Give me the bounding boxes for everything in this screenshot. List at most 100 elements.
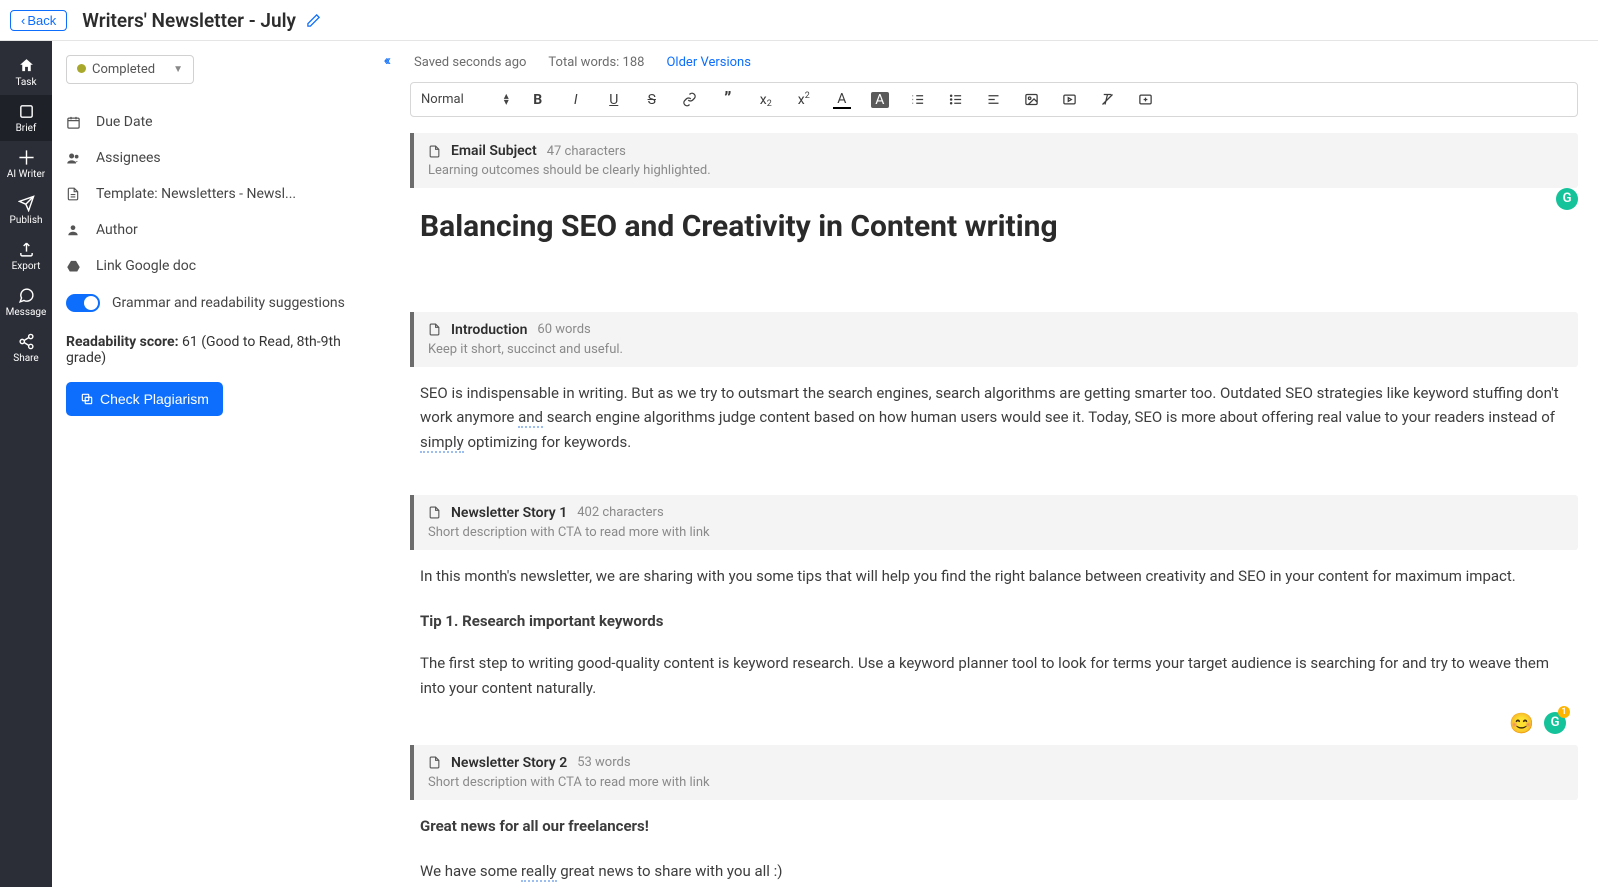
rail-label: Task — [15, 77, 36, 88]
superscript-button[interactable]: x2 — [795, 92, 813, 108]
section-head-story2: Newsletter Story 2 53 words Short descri… — [410, 745, 1578, 800]
story2-content[interactable]: Great news for all our freelancers! We h… — [410, 800, 1578, 887]
rail-item-export[interactable]: Export — [0, 233, 52, 279]
highlight-button[interactable]: A — [871, 92, 889, 108]
due-date-row[interactable]: Due Date — [66, 104, 376, 140]
section-meta: 47 characters — [547, 144, 626, 159]
section-meta: 60 words — [537, 322, 590, 337]
share-icon — [18, 333, 35, 350]
inline-badges: 😊 G 1 — [410, 711, 1578, 745]
story2-heading: Great news for all our freelancers! — [420, 814, 1574, 839]
align-button[interactable] — [985, 92, 1003, 107]
subject-content[interactable]: Balancing SEO and Creativity in Content … — [410, 188, 1578, 312]
doc-icon — [428, 756, 441, 769]
edit-title-icon[interactable] — [306, 13, 321, 28]
section-meta: 53 words — [577, 755, 630, 770]
grammarly-badge-icon[interactable]: G — [1556, 188, 1578, 210]
insert-button[interactable] — [1137, 92, 1155, 107]
unordered-list-button[interactable] — [947, 92, 965, 107]
rail-item-share[interactable]: Share — [0, 325, 52, 371]
italic-button[interactable]: I — [567, 92, 585, 108]
rail-label: Brief — [16, 123, 37, 134]
check-plagiarism-button[interactable]: Check Plagiarism — [66, 382, 223, 416]
link-gdoc-row[interactable]: Link Google doc — [66, 248, 376, 284]
story1-tip-title: Tip 1. Research important keywords — [420, 609, 1574, 634]
grammar-toggle[interactable] — [66, 294, 100, 312]
emoji-icon[interactable]: 😊 — [1509, 711, 1534, 735]
status-select[interactable]: Completed ▼ — [66, 55, 194, 84]
section-hint: Learning outcomes should be clearly high… — [428, 163, 1564, 178]
template-row[interactable]: Template: Newsletters - Newsl... — [66, 176, 376, 212]
assignees-row[interactable]: Assignees — [66, 140, 376, 176]
section-head-subject: Email Subject 47 characters Learning out… — [410, 133, 1578, 188]
top-header: ‹ Back Writers' Newsletter - July — [0, 0, 1598, 41]
clearformat-button[interactable] — [1099, 92, 1117, 107]
section-hint: Short description with CTA to read more … — [428, 525, 1564, 540]
gdoc-label: Link Google doc — [96, 258, 196, 274]
template-label: Template: Newsletters - Newsl... — [96, 186, 296, 202]
intro-body3: optimizing for keywords. — [464, 433, 631, 451]
subject-title-text: Balancing SEO and Creativity in Content … — [420, 202, 1574, 252]
older-versions-link[interactable]: Older Versions — [666, 55, 750, 70]
section-head-story1: Newsletter Story 1 402 characters Short … — [410, 495, 1578, 550]
suggestion-span[interactable]: really — [521, 862, 556, 882]
doc-icon — [428, 323, 441, 336]
readability-score: Readability score: 61 (Good to Read, 8th… — [66, 322, 376, 382]
left-rail: Task Brief AI Writer Publish Export — [0, 41, 52, 887]
section-title: Email Subject — [451, 143, 537, 159]
grammar-toggle-row: Grammar and readability suggestions — [66, 284, 376, 322]
caret-down-icon: ▼ — [173, 64, 183, 75]
textcolor-button[interactable]: A — [833, 91, 851, 109]
author-row[interactable]: Author — [66, 212, 376, 248]
check-plagiarism-label: Check Plagiarism — [100, 391, 209, 407]
section-hint: Keep it short, succinct and useful. — [428, 342, 1564, 357]
underline-button[interactable]: U — [605, 92, 623, 108]
ordered-list-button[interactable] — [909, 92, 927, 107]
rail-item-task[interactable]: Task — [0, 49, 52, 95]
user-icon — [66, 223, 84, 237]
rail-item-message[interactable]: Message — [0, 279, 52, 325]
suggestion-span[interactable]: simply — [420, 433, 464, 453]
properties-panel: ‹‹‹ Completed ▼ Due Date Assignees Templ… — [52, 41, 396, 887]
saved-status: Saved seconds ago — [414, 55, 526, 70]
caret-updown-icon: ▴▾ — [504, 94, 509, 106]
rail-label: Publish — [10, 215, 43, 226]
rail-item-aiwriter[interactable]: AI Writer — [0, 141, 52, 187]
collapse-panel-icon[interactable]: ‹‹‹ — [383, 51, 388, 69]
format-label: Normal — [421, 92, 464, 107]
back-button[interactable]: ‹ Back — [10, 10, 67, 31]
story1-p2: The first step to writing good-quality c… — [420, 651, 1574, 701]
grammarly-count-icon[interactable]: G 1 — [1544, 712, 1566, 734]
section-title: Introduction — [451, 322, 527, 338]
subscript-button[interactable]: x2 — [757, 92, 775, 108]
rail-item-brief[interactable]: Brief — [0, 95, 52, 141]
suggestion-span[interactable]: and — [518, 408, 543, 428]
status-bar: Saved seconds ago Total words: 188 Older… — [410, 55, 1578, 82]
intro-content[interactable]: SEO is indispensable in writing. But as … — [410, 367, 1578, 495]
strike-button[interactable]: S — [643, 92, 661, 108]
link-button[interactable] — [681, 92, 699, 107]
brief-icon — [18, 103, 35, 120]
export-icon — [18, 241, 35, 258]
copy-icon — [80, 392, 94, 406]
gdrive-icon — [66, 259, 84, 274]
chevron-left-icon: ‹ — [21, 13, 25, 28]
bold-button[interactable]: B — [529, 92, 547, 108]
readability-label: Readability score: — [66, 334, 179, 350]
video-button[interactable] — [1061, 92, 1079, 107]
section-head-intro: Introduction 60 words Keep it short, suc… — [410, 312, 1578, 367]
doc-icon — [428, 506, 441, 519]
badge-count: 1 — [1558, 706, 1570, 718]
quote-button[interactable]: ” — [719, 89, 737, 110]
due-date-label: Due Date — [96, 114, 153, 130]
publish-icon — [18, 195, 35, 212]
page-title: Writers' Newsletter - July — [82, 9, 296, 32]
rail-label: Export — [12, 261, 41, 272]
doc-icon — [428, 145, 441, 158]
story1-content[interactable]: In this month's newsletter, we are shari… — [410, 550, 1578, 711]
section-hint: Short description with CTA to read more … — [428, 775, 1564, 790]
format-select[interactable]: Normal ▴▾ — [421, 92, 509, 107]
section-title: Newsletter Story 2 — [451, 755, 567, 771]
image-button[interactable] — [1023, 92, 1041, 107]
rail-item-publish[interactable]: Publish — [0, 187, 52, 233]
